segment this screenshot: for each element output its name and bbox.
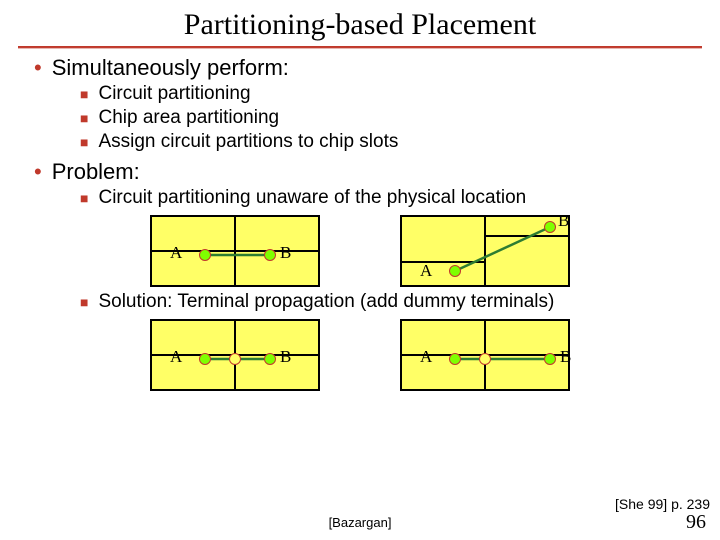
bullet-problem: • Problem: <box>20 159 700 185</box>
page-number: 96 <box>686 511 706 534</box>
title-underline <box>18 46 702 49</box>
chip-hline <box>402 354 485 356</box>
bullet-square-icon: ■ <box>80 87 88 101</box>
diagram-row-problem: A B A B <box>20 215 700 287</box>
chip-hline <box>402 261 485 263</box>
node-b <box>544 221 556 233</box>
bullet-square-icon: ■ <box>80 135 88 149</box>
chip-right-solution: A B <box>400 319 570 391</box>
slide-title: Partitioning-based Placement <box>0 0 720 46</box>
subbullet-text: Circuit partitioning unaware of the phys… <box>98 187 526 209</box>
subbullet-text: Circuit partitioning <box>98 83 250 105</box>
chip-hline <box>485 235 568 237</box>
chip-hline <box>152 354 235 356</box>
chip-right-problem: A B <box>400 215 570 287</box>
chip-hline <box>235 354 318 356</box>
content-area: • Simultaneously perform: ■ Circuit part… <box>0 55 720 391</box>
bullet-square-icon: ■ <box>80 295 88 309</box>
label-a: A <box>170 243 182 263</box>
bullet-simultaneously: • Simultaneously perform: <box>20 55 700 81</box>
label-b: B <box>560 347 571 367</box>
bullet-dot-icon: • <box>34 161 42 183</box>
subbullet-chip-area: ■ Chip area partitioning <box>20 107 700 129</box>
chip-hline <box>485 354 568 356</box>
bullet-square-icon: ■ <box>80 111 88 125</box>
label-b: B <box>558 211 569 231</box>
subbullet-solution: ■ Solution: Terminal propagation (add du… <box>20 291 700 313</box>
dummy-terminal <box>479 353 491 365</box>
subbullet-assign: ■ Assign circuit partitions to chip slot… <box>20 131 700 153</box>
subbullet-text: Solution: Terminal propagation (add dumm… <box>98 291 554 313</box>
bullet-text: Problem: <box>52 159 140 185</box>
diagram-row-solution: A B A B <box>20 319 700 391</box>
chip-vline <box>484 217 486 285</box>
citation: [She 99] p. 239 <box>615 496 710 512</box>
dummy-terminal <box>229 353 241 365</box>
node-b <box>264 353 276 365</box>
node-a <box>449 265 461 277</box>
chip-left-solution: A B <box>150 319 320 391</box>
chip-left-problem: A B <box>150 215 320 287</box>
chip-hline <box>235 250 318 252</box>
node-b <box>264 249 276 261</box>
label-b: B <box>280 243 291 263</box>
bullet-square-icon: ■ <box>80 191 88 205</box>
node-a <box>199 353 211 365</box>
node-a <box>449 353 461 365</box>
node-a <box>199 249 211 261</box>
node-b <box>544 353 556 365</box>
bullet-text: Simultaneously perform: <box>52 55 289 81</box>
label-a: A <box>170 347 182 367</box>
label-b: B <box>280 347 291 367</box>
label-a: A <box>420 261 432 281</box>
label-a: A <box>420 347 432 367</box>
subbullet-text: Assign circuit partitions to chip slots <box>98 131 398 153</box>
chip-hline <box>152 250 235 252</box>
footer-author: [Bazargan] <box>329 515 392 530</box>
subbullet-unaware: ■ Circuit partitioning unaware of the ph… <box>20 187 700 209</box>
bullet-dot-icon: • <box>34 57 42 79</box>
subbullet-circuit-partitioning: ■ Circuit partitioning <box>20 83 700 105</box>
subbullet-text: Chip area partitioning <box>98 107 279 129</box>
